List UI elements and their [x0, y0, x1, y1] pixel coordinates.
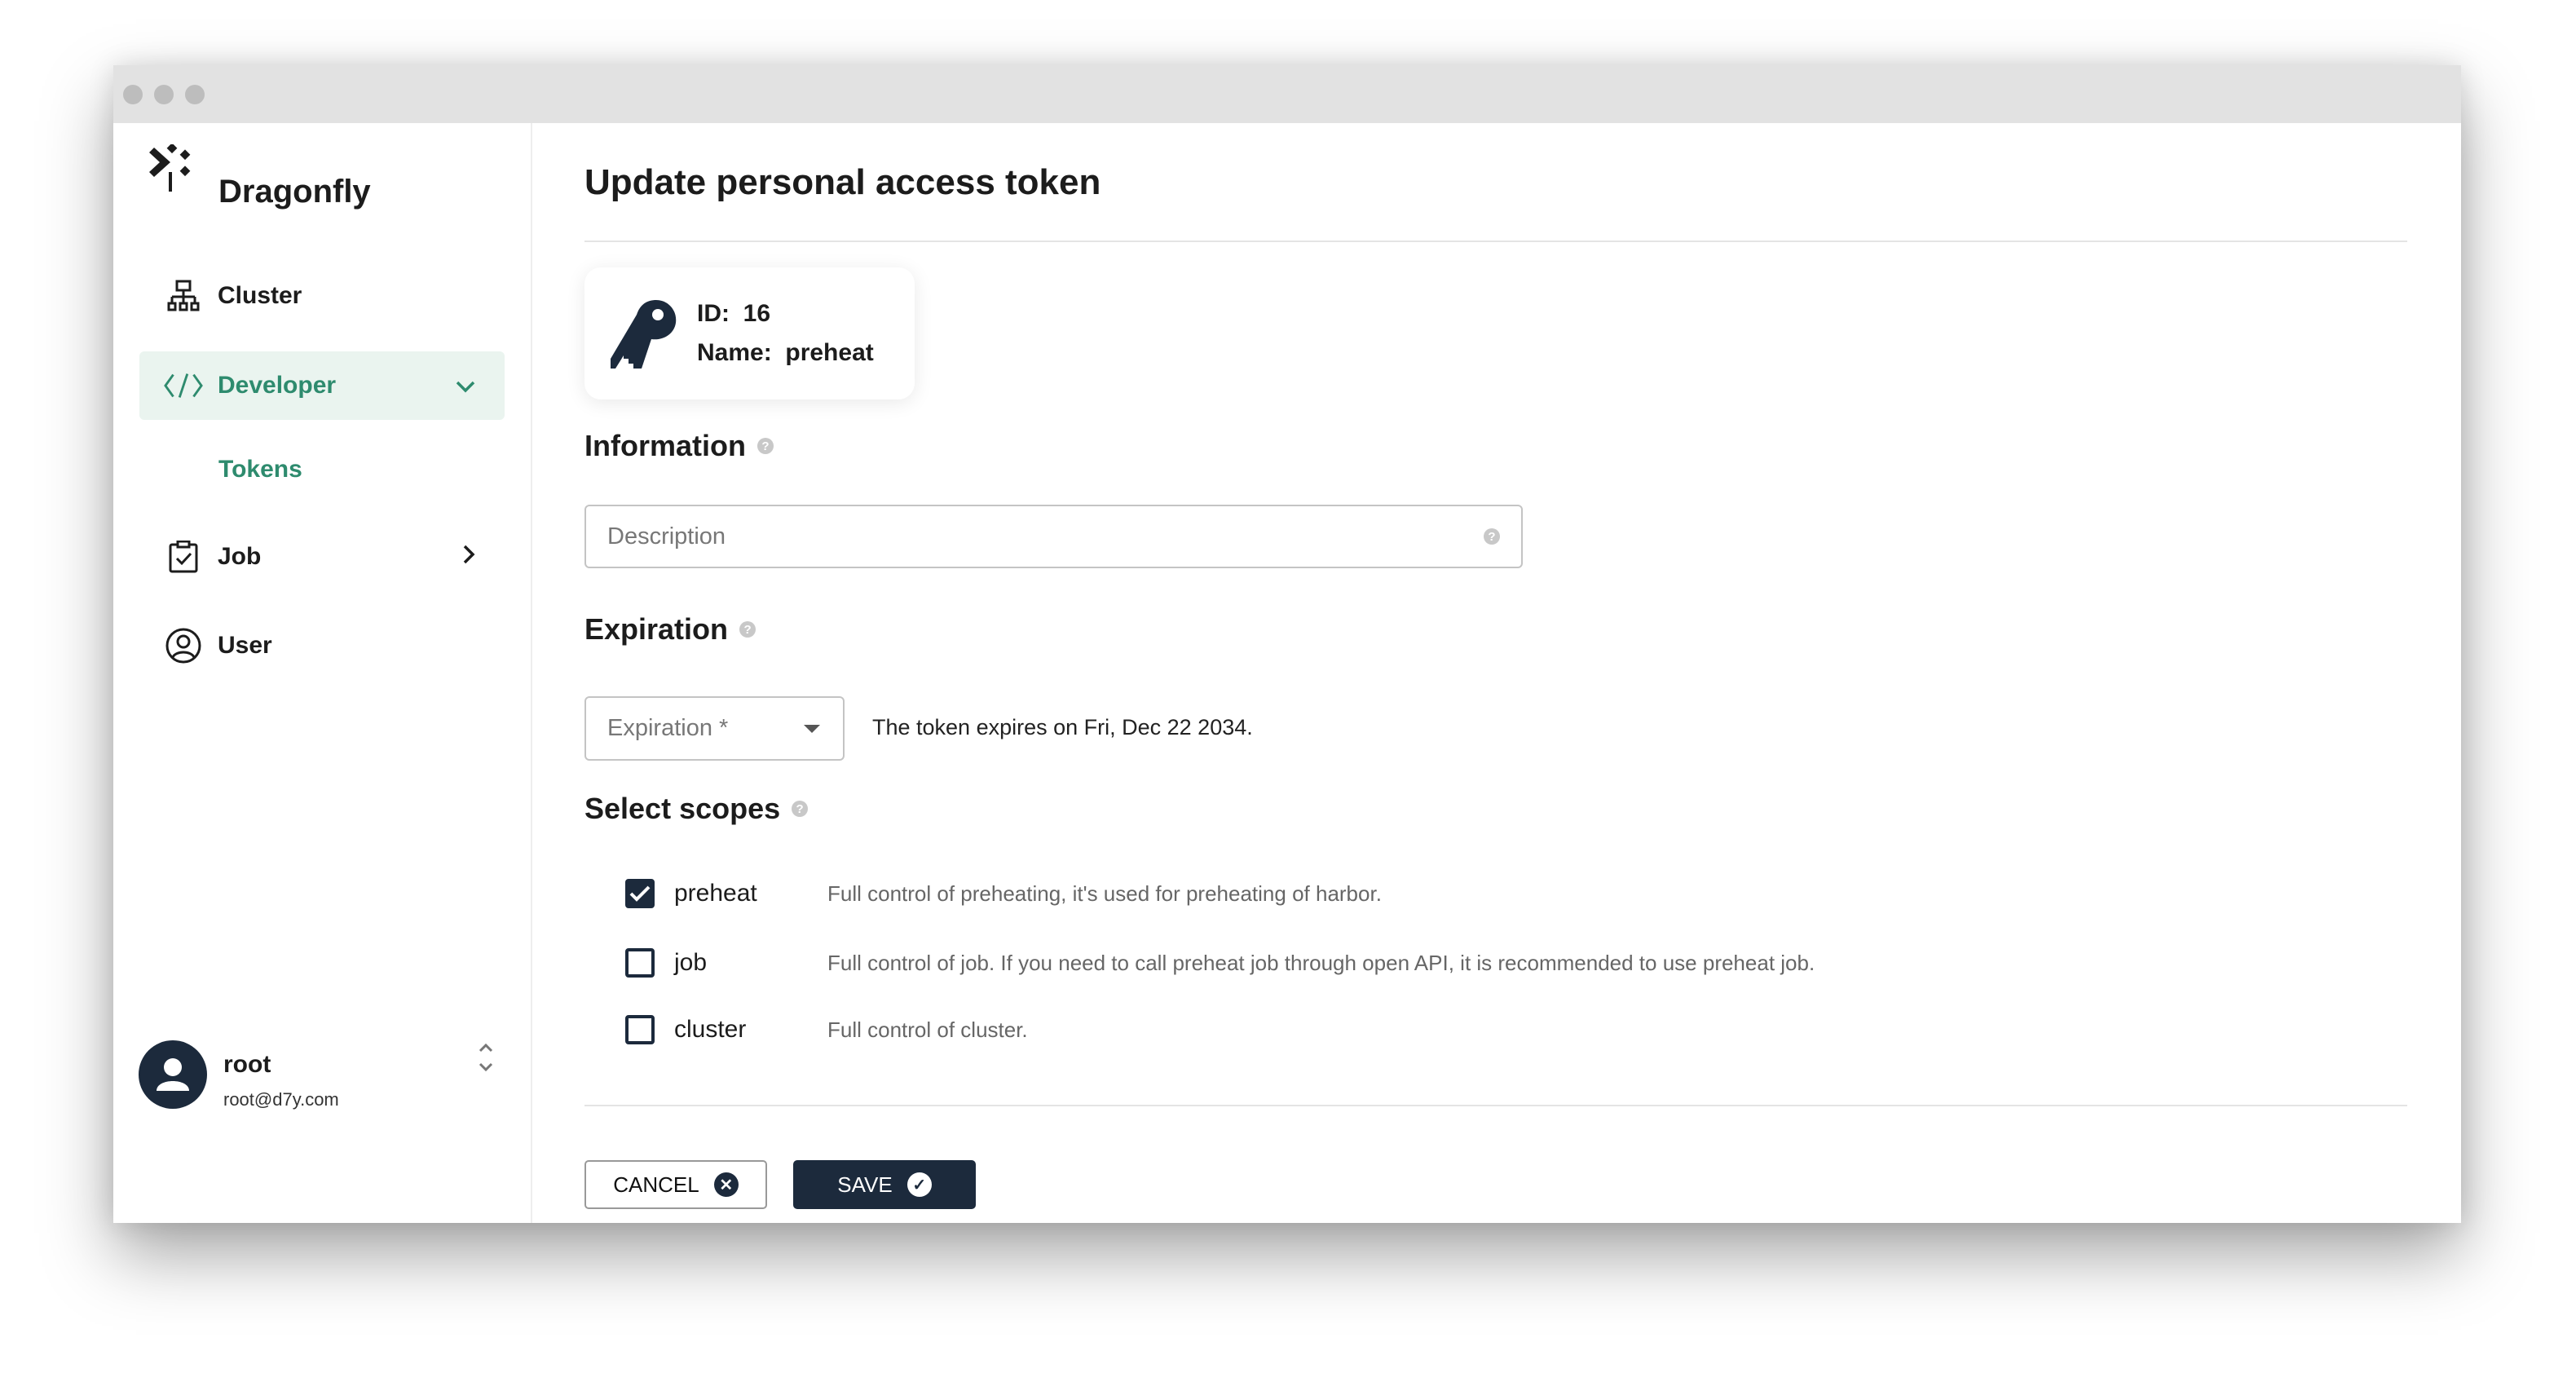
expiration-hint: The token expires on Fri, Dec 22 2034.: [872, 715, 1253, 739]
save-button[interactable]: SAVE ✓: [793, 1160, 976, 1209]
description-input[interactable]: Description ?: [584, 505, 1523, 568]
save-label: SAVE: [837, 1172, 893, 1197]
sidebar: Dragonfly Cluster Developer Tokens Job U…: [113, 123, 532, 1223]
help-icon[interactable]: ?: [756, 438, 774, 454]
cancel-button[interactable]: CANCEL ✕: [584, 1160, 767, 1209]
chevron-down-icon: [456, 372, 475, 399]
sitemap-icon: [164, 280, 203, 312]
scope-cluster: cluster Full control of cluster.: [625, 1013, 1028, 1046]
close-circle-icon: ✕: [713, 1172, 739, 1197]
checkbox-preheat[interactable]: [625, 879, 655, 908]
main-content: Update personal access token ID: 16 Name…: [584, 123, 2461, 1223]
key-icon: [611, 300, 677, 369]
window-minimize-dot[interactable]: [154, 85, 174, 104]
dragonfly-logo-icon: [149, 144, 191, 192]
sidebar-item-label: Cluster: [218, 282, 302, 309]
information-heading: Information?: [584, 429, 774, 463]
user-email: root@d7y.com: [223, 1089, 339, 1110]
sidebar-item-label: Developer: [218, 372, 337, 399]
expiration-select[interactable]: Expiration *: [584, 696, 845, 761]
checkbox-cluster[interactable]: [625, 1015, 655, 1044]
window-maximize-dot[interactable]: [185, 85, 205, 104]
chevron-right-icon: [462, 543, 475, 571]
sidebar-item-job[interactable]: Job: [139, 523, 505, 591]
app-name: Dragonfly: [218, 174, 371, 210]
window-close-dot[interactable]: [123, 85, 143, 104]
divider: [584, 1105, 2407, 1106]
avatar[interactable]: [139, 1040, 207, 1109]
help-icon[interactable]: ?: [1484, 528, 1500, 545]
user-circle-icon: [164, 628, 203, 664]
help-icon[interactable]: ?: [739, 621, 756, 638]
code-icon: [164, 372, 203, 399]
token-name-value: preheat: [785, 339, 874, 366]
checkbox-job[interactable]: [625, 948, 655, 978]
check-circle-icon: ✓: [906, 1172, 932, 1197]
clipboard-check-icon: [164, 541, 203, 573]
expand-collapse-icon[interactable]: [477, 1041, 495, 1074]
window-titlebar: [113, 65, 2461, 123]
scope-preheat: preheat Full control of preheating, it's…: [625, 877, 1382, 910]
sidebar-item-label: User: [218, 632, 272, 659]
sidebar-item-label: Job: [218, 543, 262, 570]
app-window: Dragonfly Cluster Developer Tokens Job U…: [113, 65, 2461, 1223]
divider: [584, 241, 2407, 242]
sidebar-item-label: Tokens: [218, 456, 302, 483]
token-id-value: 16: [743, 300, 771, 327]
sidebar-item-cluster[interactable]: Cluster: [139, 262, 505, 330]
sidebar-item-tokens[interactable]: Tokens: [139, 435, 505, 504]
help-icon[interactable]: ?: [792, 801, 809, 817]
page-title: Update personal access token: [584, 162, 1101, 202]
token-name: Name: preheat: [697, 339, 874, 366]
caret-down-icon: [804, 724, 820, 733]
scope-job: job Full control of job. If you need to …: [625, 947, 1815, 979]
sidebar-item-user[interactable]: User: [139, 611, 505, 680]
user-name: root: [223, 1051, 271, 1078]
sidebar-item-developer[interactable]: Developer: [139, 351, 505, 420]
token-card: ID: 16 Name: preheat: [584, 267, 915, 399]
scopes-heading: Select scopes?: [584, 792, 809, 826]
expiration-heading: Expiration?: [584, 612, 756, 647]
token-id: ID: 16: [697, 300, 771, 327]
cancel-label: CANCEL: [613, 1172, 699, 1197]
checkmark-icon: [629, 885, 651, 902]
